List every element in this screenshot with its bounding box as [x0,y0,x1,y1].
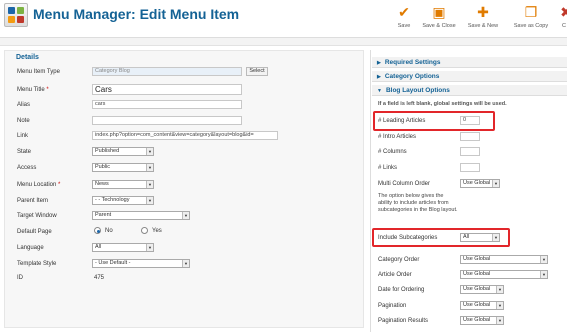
link-label: Link [17,133,29,139]
menu-location-select[interactable]: News ▼ [92,180,154,189]
required-star: * [46,87,49,93]
chevron-down-icon: ▼ [496,302,503,309]
accordion-required-settings[interactable]: ▶ Required Settings [372,57,567,68]
links-input[interactable] [460,163,480,172]
menu-manager-logo-icon [4,3,28,27]
multi-column-order-select[interactable]: Use Global ▼ [460,179,500,188]
state-label: State [17,149,32,155]
alias-label: Alias [17,102,31,108]
id-value: 475 [94,275,105,281]
include-subcategories-select[interactable]: All ▼ [460,233,500,242]
chevron-down-icon: ▼ [492,180,499,187]
save-icon: ✔ [398,4,410,20]
required-star: * [58,182,61,188]
access-select[interactable]: Public ▼ [92,163,154,172]
chevron-down-icon: ▼ [182,260,189,267]
save-copy-button[interactable]: ❐ Save as Copy [509,2,553,36]
chevron-down-icon: ▼ [377,88,382,94]
target-window-label: Target Window [17,213,57,219]
menu-title-input[interactable]: Cars [92,84,242,95]
chevron-down-icon: ▼ [496,286,503,293]
leading-articles-input[interactable]: 0 [460,116,480,125]
chevron-down-icon: ▼ [496,317,503,324]
default-page-yes-radio[interactable] [141,227,148,234]
parent-item-label: Parent Item [17,198,49,204]
template-style-select[interactable]: - Use Default - ▼ [92,259,190,268]
default-page-no-label: No [105,228,113,234]
category-order-select[interactable]: Use Global ▼ [460,255,548,264]
menu-location-label: Menu Location * [17,182,61,188]
note-input[interactable] [92,116,242,125]
chevron-right-icon: ▶ [377,60,381,66]
page-title: Menu Manager: Edit Menu Item [33,6,240,22]
menu-item-type-field: Category Blog [92,67,242,76]
menu-item-type-label: Menu Item Type [17,69,60,75]
links-label: # Links [378,165,398,171]
default-page-yes-label: Yes [152,228,162,234]
default-page-no-radio[interactable] [94,227,101,234]
chevron-down-icon: ▼ [492,234,499,241]
date-for-ordering-label: Date for Ordering [378,287,425,293]
leading-articles-label: # Leading Articles [378,118,426,124]
link-field: index.php?option=com_content&view=catego… [92,131,278,140]
toolbar-divider [0,38,567,46]
multi-column-order-label: Multi Column Order [378,181,431,187]
chevron-down-icon: ▼ [540,256,547,263]
global-settings-note: If a field is left blank, global setting… [378,101,507,107]
accordion-blog-layout-options[interactable]: ▼ Blog Layout Options [372,85,567,96]
columns-label: # Columns [378,149,407,155]
default-page-label: Default Page [17,229,52,235]
intro-articles-input[interactable] [460,132,480,141]
chevron-down-icon: ▼ [146,244,153,251]
chevron-down-icon: ▼ [146,164,153,171]
alias-input[interactable]: cars [92,100,242,109]
template-style-label: Template Style [17,261,57,267]
parent-item-select[interactable]: - - Technology ▼ [92,196,154,205]
chevron-down-icon: ▼ [540,271,547,278]
chevron-down-icon: ▼ [182,212,189,219]
note-label: Note [17,118,30,124]
details-title: Details [16,54,39,61]
save-close-button[interactable]: ▣ Save & Close [420,2,458,36]
chevron-right-icon: ▶ [377,74,381,80]
subcategories-note: The option below gives the ability to in… [378,193,458,213]
chevron-down-icon: ▼ [146,181,153,188]
target-window-select[interactable]: Parent ▼ [92,211,190,220]
chevron-down-icon: ▼ [146,148,153,155]
accordion-category-options[interactable]: ▶ Category Options [372,71,567,82]
article-order-select[interactable]: Use Global ▼ [460,270,548,279]
access-label: Access [17,165,37,171]
pagination-results-label: Pagination Results [378,318,429,324]
id-label: ID [17,275,23,281]
select-menu-type-button[interactable]: Select [246,67,268,76]
language-label: Language [17,245,44,251]
save-close-icon: ▣ [432,4,446,20]
columns-input[interactable] [460,147,480,156]
save-copy-icon: ❐ [524,4,538,20]
article-order-label: Article Order [378,272,412,278]
intro-articles-label: # Intro Articles [378,134,417,140]
language-select[interactable]: All ▼ [92,243,154,252]
date-for-ordering-select[interactable]: Use Global ▼ [460,285,504,294]
pagination-select[interactable]: Use Global ▼ [460,301,504,310]
pagination-results-select[interactable]: Use Global ▼ [460,316,504,325]
close-button[interactable]: ✖ C [558,2,567,36]
close-icon: ✖ [560,4,567,20]
save-new-button[interactable]: ✚ Save & New [464,2,502,36]
save-new-icon: ✚ [477,4,489,20]
save-button[interactable]: ✔ Save [392,2,416,36]
pagination-label: Pagination [378,303,407,309]
chevron-down-icon: ▼ [146,197,153,204]
menu-title-label: Menu Title * [17,87,49,93]
state-select[interactable]: Published ▼ [92,147,154,156]
category-order-label: Category Order [378,257,420,263]
include-subcategories-label: Include Subcategories [378,235,438,241]
